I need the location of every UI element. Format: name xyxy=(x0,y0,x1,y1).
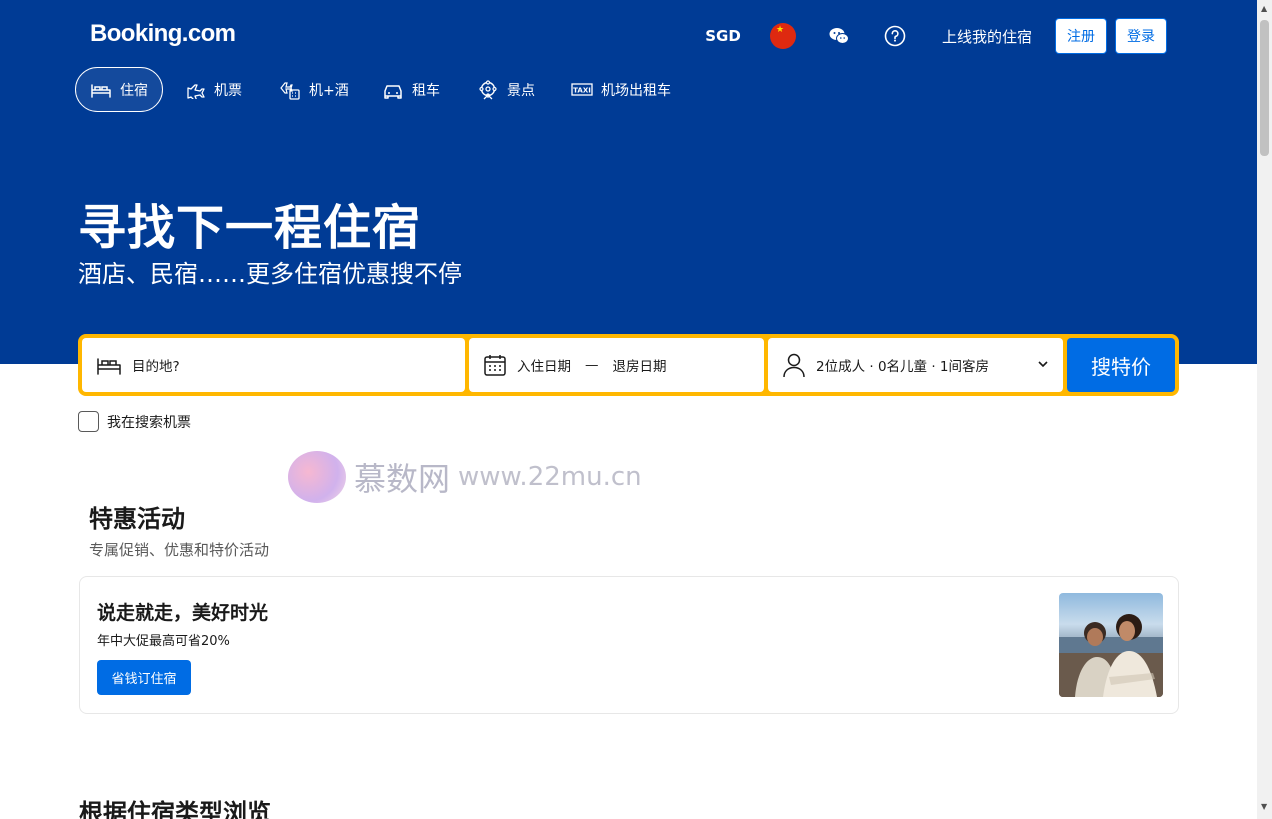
car-icon xyxy=(384,84,402,99)
tab-label: 景点 xyxy=(507,82,535,99)
attractions-icon xyxy=(479,79,497,99)
watermark-logo-icon xyxy=(288,451,346,503)
flight-hotel-icon xyxy=(280,81,300,100)
checkbox[interactable] xyxy=(78,411,99,432)
occupancy-label: 2位成人 · 0名儿童 · 1间客房 xyxy=(816,359,990,375)
tab-stays[interactable]: 住宿 xyxy=(75,67,163,112)
deal-card-subtitle: 年中大促最高可省20% xyxy=(97,634,230,649)
destination-placeholder: 目的地? xyxy=(132,359,180,375)
tab-label: 机场出租车 xyxy=(601,82,671,99)
wechat-icon[interactable] xyxy=(825,18,853,54)
watermark: 慕数网 www.22mu.cn xyxy=(288,451,642,503)
search-bar: 目的地? 入住日期 — 退房日期 2位成人 · 0名儿童 · 1间客房 搜特价 xyxy=(78,334,1179,396)
calendar-icon xyxy=(484,355,506,376)
plane-icon xyxy=(187,83,205,99)
login-button[interactable]: 登录 xyxy=(1115,18,1167,54)
date-picker[interactable]: 入住日期 — 退房日期 xyxy=(469,338,764,392)
watermark-name: 慕数网 xyxy=(354,460,451,498)
help-icon[interactable] xyxy=(881,18,909,54)
checkbox-label: 我在搜索机票 xyxy=(107,414,191,431)
page-title: 寻找下一程住宿 xyxy=(78,200,422,256)
scroll-down-icon[interactable]: ▼ xyxy=(1261,802,1267,811)
deal-card-title: 说走就走，美好时光 xyxy=(97,602,269,624)
bed-icon xyxy=(97,358,121,375)
register-button[interactable]: 注册 xyxy=(1055,18,1107,54)
chevron-down-icon xyxy=(1038,361,1048,368)
svg-text:TAXI: TAXI xyxy=(573,86,591,94)
tab-label: 租车 xyxy=(412,82,440,99)
date-separator: — xyxy=(585,357,599,373)
taxi-icon: TAXI xyxy=(571,82,593,96)
tab-label: 住宿 xyxy=(120,82,148,99)
currency-selector[interactable]: SGD xyxy=(702,18,744,54)
tab-flights[interactable]: 机票 xyxy=(172,67,256,112)
scroll-up-icon[interactable]: ▲ xyxy=(1261,4,1267,13)
page-subtitle: 酒店、民宿……更多住宿优惠搜不停 xyxy=(78,260,462,288)
watermark-url: www.22mu.cn xyxy=(458,462,642,492)
tab-label: 机票 xyxy=(214,82,242,99)
deal-card[interactable]: 说走就走，美好时光 年中大促最高可省20% 省钱订住宿 xyxy=(79,576,1179,714)
language-selector[interactable]: ★ xyxy=(769,18,797,54)
china-flag-icon: ★ xyxy=(770,23,796,49)
tab-car-rental[interactable]: 租车 xyxy=(368,67,454,112)
list-property-link[interactable]: 上线我的住宿 xyxy=(932,18,1042,54)
person-icon xyxy=(783,353,805,378)
flight-search-checkbox[interactable]: 我在搜索机票 xyxy=(78,411,191,432)
scrollbar-thumb[interactable] xyxy=(1260,20,1269,156)
occupancy-selector[interactable]: 2位成人 · 0名儿童 · 1间客房 xyxy=(768,338,1063,392)
tab-airport-taxi[interactable]: TAXI 机场出租车 xyxy=(557,67,685,112)
tab-flight-hotel[interactable]: 机+酒 xyxy=(265,67,363,112)
tab-label: 机+酒 xyxy=(309,82,349,99)
tab-attractions[interactable]: 景点 xyxy=(463,67,549,112)
deals-title: 特惠活动 xyxy=(89,505,185,533)
scrollbar[interactable]: ▲ ▼ xyxy=(1257,0,1272,819)
checkout-label: 退房日期 xyxy=(612,359,667,375)
destination-input[interactable]: 目的地? xyxy=(82,338,465,392)
bed-icon xyxy=(91,83,111,98)
deal-card-image xyxy=(1059,593,1163,697)
deals-subtitle: 专属促销、优惠和特价活动 xyxy=(89,541,270,559)
search-button[interactable]: 搜特价 xyxy=(1067,338,1175,392)
deal-card-button[interactable]: 省钱订住宿 xyxy=(97,660,191,695)
hero-banner xyxy=(0,0,1257,364)
browse-title: 根据住宿类型浏览 xyxy=(79,799,271,819)
booking-logo[interactable]: Booking.com xyxy=(90,20,236,48)
checkin-label: 入住日期 xyxy=(517,359,571,375)
